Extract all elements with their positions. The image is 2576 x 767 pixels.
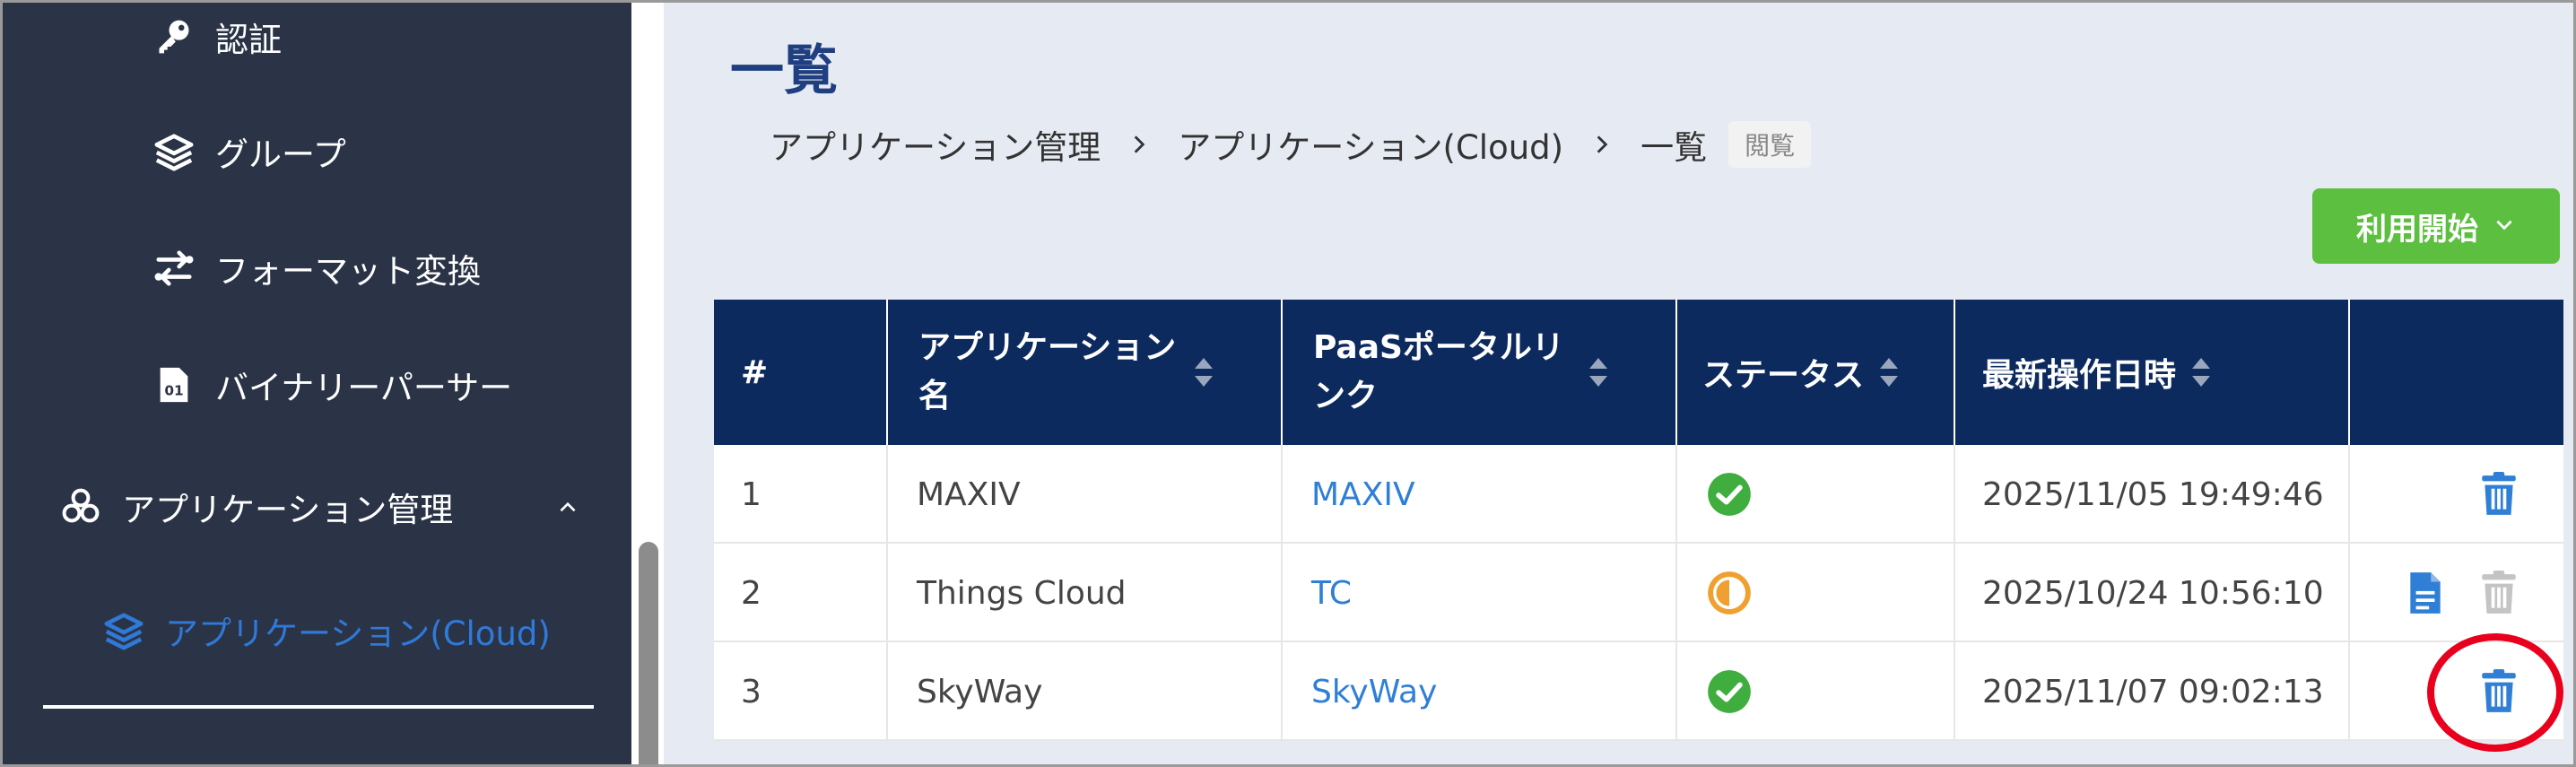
- table-header: # アプリケーション名 PaaSポータルリンク ステータス 最新操作日時: [714, 300, 2563, 445]
- paas-link[interactable]: TC: [1311, 544, 1352, 642]
- paas-link[interactable]: SkyWay: [1311, 642, 1437, 741]
- sidebar-item-label: アプリケーション管理: [122, 491, 454, 529]
- page-title: 一覧: [730, 39, 838, 102]
- sidebar-item-label: 認証: [215, 21, 282, 59]
- swap-icon: [151, 245, 197, 292]
- column-header-paas-link[interactable]: PaaSポータルリンク: [1313, 300, 1609, 445]
- trash-icon[interactable]: [2474, 469, 2524, 519]
- status-ok-icon: [1704, 469, 1754, 519]
- active-item-underline: [43, 705, 594, 709]
- sidebar-item-app-cloud[interactable]: アプリケーション(Cloud): [100, 606, 551, 655]
- breadcrumb-app-cloud[interactable]: アプリケーション(Cloud): [1178, 120, 1563, 169]
- sort-icon[interactable]: [1193, 354, 1214, 390]
- paas-link[interactable]: MAXIV: [1311, 445, 1415, 544]
- row-number: 1: [741, 475, 761, 513]
- app-name: Things Cloud: [917, 574, 1127, 612]
- sidebar-item-group[interactable]: グループ: [151, 127, 346, 176]
- trash-icon-disabled: [2474, 568, 2524, 618]
- sidebar-item-binary-parser[interactable]: 01 バイナリーパーサー: [151, 361, 512, 409]
- row-number: 3: [741, 673, 761, 710]
- column-header-status[interactable]: ステータス: [1702, 300, 1900, 445]
- apps-icon: [57, 484, 104, 530]
- sidebar-item-label: フォーマット変換: [215, 252, 481, 291]
- last-operation-datetime: 2025/11/07 09:02:13: [1982, 673, 2324, 710]
- breadcrumb-current: 一覧: [1640, 128, 1708, 167]
- app-name: SkyWay: [917, 673, 1043, 710]
- sidebar-item-label: バイナリーパーサー: [215, 369, 513, 407]
- document-icon[interactable]: [2400, 568, 2450, 618]
- sidebar-item-label: グループ: [215, 135, 346, 174]
- sidebar-item-label: アプリケーション(Cloud): [165, 614, 551, 653]
- highlight-annotation-circle: [2427, 633, 2563, 752]
- view-badge: 閲覧: [1728, 121, 1812, 168]
- chevron-down-icon: [2493, 208, 2516, 244]
- column-header-app-name[interactable]: アプリケーション名: [918, 300, 1214, 445]
- status-ok-icon: [1704, 667, 1754, 717]
- sidebar: 認証 グループ フォーマット変換 01 バイナリーパーサー アプリケーション管理…: [0, 0, 631, 767]
- table-row: 3 SkyWay SkyWay 2025/11/07 09:02:13: [714, 642, 2563, 741]
- sidebar-item-auth[interactable]: 認証: [151, 13, 282, 61]
- chevron-right-icon: [1590, 131, 1614, 158]
- status-partial-icon: [1704, 568, 1754, 618]
- last-operation-datetime: 2025/10/24 10:56:10: [1982, 574, 2324, 612]
- sidebar-item-format-conversion[interactable]: フォーマット変換: [151, 244, 481, 292]
- column-header-number: #: [741, 353, 769, 391]
- sort-icon[interactable]: [2190, 354, 2212, 390]
- sort-icon[interactable]: [1878, 354, 1900, 390]
- sidebar-item-app-management[interactable]: アプリケーション管理: [57, 483, 596, 531]
- svg-text:01: 01: [164, 383, 183, 399]
- chevron-right-icon: [1127, 131, 1151, 158]
- start-using-button[interactable]: 利用開始: [2312, 188, 2560, 264]
- binary-file-icon: 01: [151, 362, 197, 408]
- table-row: 2 Things Cloud TC 2025/10/24 10:56:10: [714, 544, 2563, 642]
- sidebar-scrollbar-thumb[interactable]: [639, 542, 658, 767]
- app-name: MAXIV: [917, 475, 1021, 513]
- last-operation-datetime: 2025/11/05 19:49:46: [1982, 475, 2324, 513]
- key-icon: [151, 13, 197, 60]
- layers-icon: [151, 128, 197, 175]
- row-number: 2: [741, 574, 761, 612]
- chevron-up-icon[interactable]: [556, 488, 579, 527]
- breadcrumb-app-management[interactable]: アプリケーション管理: [770, 120, 1101, 169]
- sort-icon[interactable]: [1588, 354, 1609, 390]
- start-using-label: 利用開始: [2356, 211, 2478, 248]
- main-content: 一覧 アプリケーション管理 アプリケーション(Cloud) 一覧 閲覧 利用開始…: [664, 0, 2576, 767]
- table-row: 1 MAXIV MAXIV 2025/11/05 19:49:46: [714, 445, 2563, 544]
- breadcrumb: アプリケーション管理 アプリケーション(Cloud) 一覧 閲覧: [770, 120, 1812, 169]
- column-header-last-operation[interactable]: 最新操作日時: [1982, 300, 2212, 445]
- layers-icon: [100, 607, 147, 654]
